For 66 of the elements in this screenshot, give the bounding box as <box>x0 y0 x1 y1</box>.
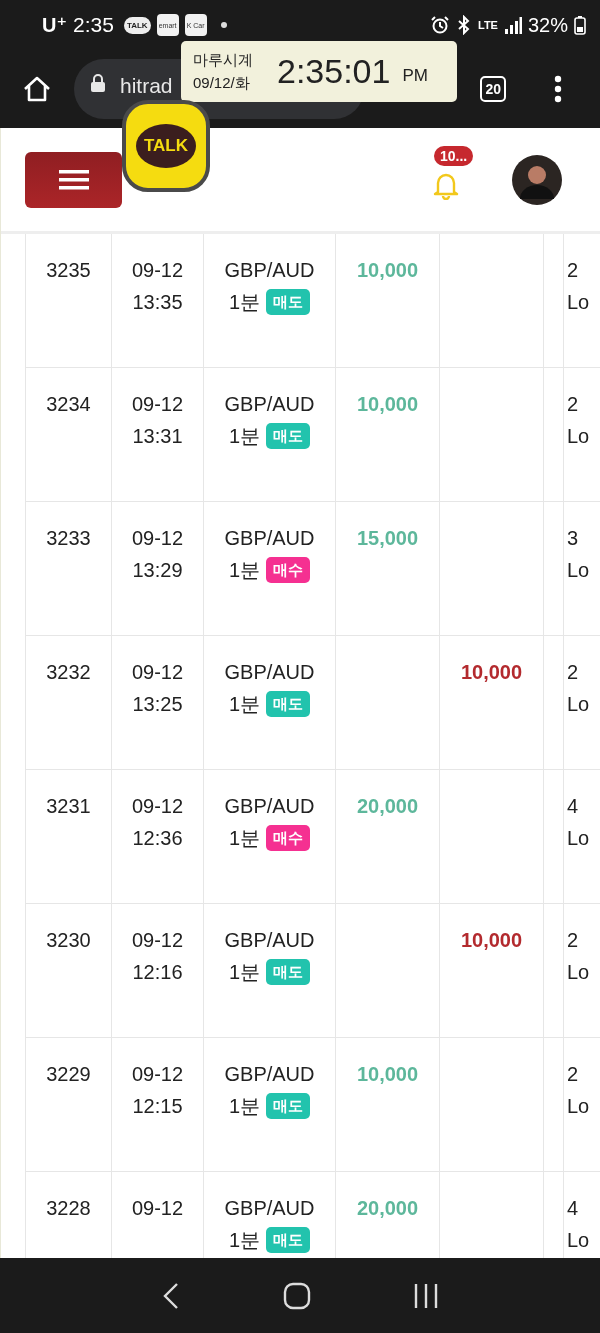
table-cell-text: 10,000 <box>460 928 523 953</box>
table-cell-text: 09-12 <box>130 1196 185 1221</box>
battery-level: 32% <box>527 13 568 37</box>
notification-badge: 10... <box>434 145 474 166</box>
table-cell-text: 09-12 12:15 <box>130 1062 185 1119</box>
table-cell-text: GBP/AUD <box>224 794 315 819</box>
table-cell-text: 09-12 13:25 <box>130 660 185 717</box>
network-label: LTE <box>478 19 498 31</box>
table-cell-text: 20,000 <box>356 1196 419 1221</box>
side-badge: 매도 <box>266 1093 311 1119</box>
table-cell-text: 1분 <box>228 826 261 851</box>
table-cell-text: 4 Lo <box>567 1196 591 1253</box>
table-cell-text: GBP/AUD <box>224 392 315 417</box>
table-cell-text: 2 Lo <box>567 660 591 717</box>
table-cell-text: 10,000 <box>460 660 523 685</box>
table-cell-text: 1분 <box>228 960 261 985</box>
table-cell-text: 3232 <box>46 660 91 685</box>
table-cell-text: 4 Lo <box>567 794 591 851</box>
table-cell-text: 2 Lo <box>567 928 591 985</box>
clock-meridiem: PM <box>402 64 428 86</box>
table-cell-text: GBP/AUD <box>224 928 315 953</box>
table-cell-text: 20,000 <box>356 794 419 819</box>
table-cell-text: 2 Lo <box>567 1062 591 1119</box>
side-badge: 매수 <box>266 825 311 851</box>
table-cell-text: 3235 <box>46 258 91 283</box>
table-cell-text: 2 Lo <box>567 392 591 449</box>
table-cell-text: 3230 <box>46 928 91 953</box>
table-cell-text: 09-12 12:16 <box>130 928 185 985</box>
table-cell-text: 09-12 13:29 <box>130 526 185 583</box>
table-cell-text: 1분 <box>228 1228 261 1253</box>
table-cell-text: 3229 <box>46 1062 91 1087</box>
table-cell-text: GBP/AUD <box>224 526 315 551</box>
side-badge: 매도 <box>266 423 311 449</box>
table-cell-text: 3233 <box>46 526 91 551</box>
table-cell-text: 1분 <box>228 558 261 583</box>
clock-time: 2:35:01 <box>277 52 391 91</box>
table-cell-text: GBP/AUD <box>224 1062 315 1087</box>
table-cell-text: 3234 <box>46 392 91 417</box>
side-badge: 매수 <box>266 557 311 583</box>
table-cell-text: 1분 <box>228 692 261 717</box>
table-cell-text: 10,000 <box>356 258 419 283</box>
table-cell-text: 3231 <box>46 794 91 819</box>
table-cell-text: 10,000 <box>356 392 419 417</box>
table-cell-text: 3228 <box>46 1196 91 1221</box>
table-cell-text: GBP/AUD <box>224 258 315 283</box>
table-cell-text: 09-12 12:36 <box>130 794 185 851</box>
clock-date: 09/12/화 <box>193 73 251 93</box>
table-cell-text: 3 Lo <box>567 526 591 583</box>
side-badge: 매도 <box>266 959 311 985</box>
side-badge: 매도 <box>266 691 311 717</box>
table-cell-text: 09-12 13:31 <box>130 392 185 449</box>
status-time: 2:35 <box>73 13 114 37</box>
chat-notification-icon: TALK <box>123 16 151 34</box>
side-badge: 매도 <box>266 289 311 315</box>
table-cell-text: 1분 <box>228 290 261 315</box>
table-cell-text: GBP/AUD <box>224 1196 315 1221</box>
side-badge: 매도 <box>266 1227 311 1253</box>
table-cell-text: 1분 <box>228 424 261 449</box>
table-cell-text: 15,000 <box>356 526 419 551</box>
clock-title: 마루시계 <box>193 50 253 70</box>
carrier-label: U⁺ <box>42 13 67 37</box>
table-cell-text: GBP/AUD <box>224 660 315 685</box>
table-cell-text: 09-12 13:35 <box>130 258 185 315</box>
table-cell-text: 1분 <box>228 1094 261 1119</box>
table-cell-text: 10,000 <box>356 1062 419 1087</box>
table-cell-text: 2 Lo <box>567 258 591 315</box>
